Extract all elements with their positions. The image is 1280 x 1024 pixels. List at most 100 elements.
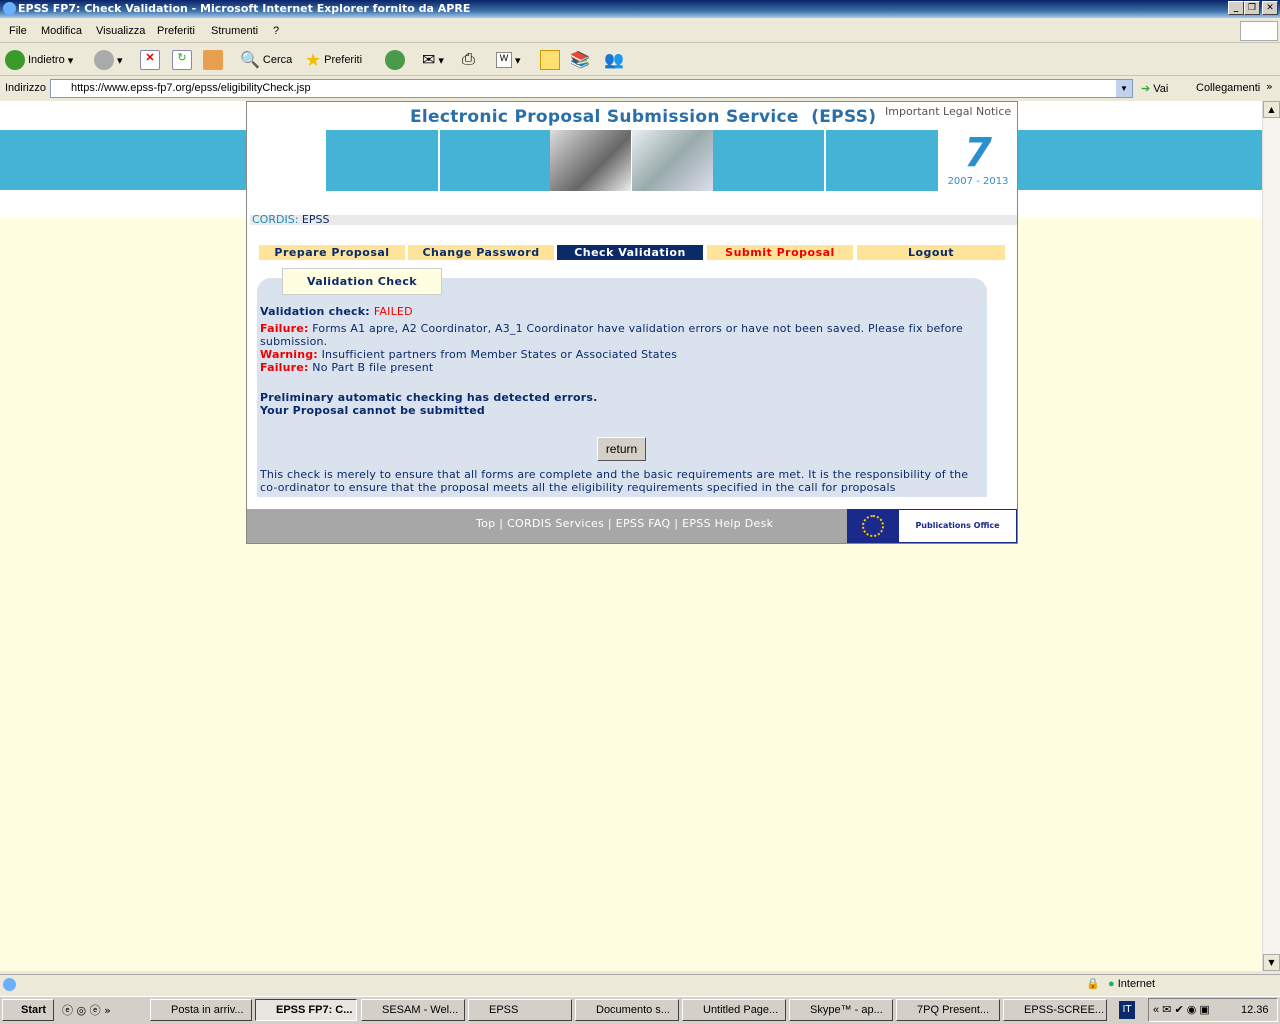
star-icon: ★	[305, 49, 322, 70]
vertical-scrollbar[interactable]: ▲ ▼	[1262, 101, 1280, 971]
message-text: Insufficient partners from Member States…	[321, 348, 678, 361]
note-icon	[540, 50, 560, 70]
favorites-button[interactable]: ★ Preferiti	[305, 49, 362, 71]
research-button[interactable]: 📚	[570, 49, 590, 71]
ie-icon	[3, 2, 16, 15]
stop-button[interactable]: ✕	[140, 49, 160, 71]
links-button[interactable]: Collegamenti	[1196, 82, 1260, 94]
search-button[interactable]: 🔍 Cerca	[240, 49, 292, 71]
tab-validation-check[interactable]: Validation Check	[282, 268, 442, 295]
quicklaunch-icons[interactable]: ⓔ ◎ ⓔ »	[62, 1002, 111, 1018]
messenger-icon: 👥	[604, 52, 624, 69]
chevron-right-icon[interactable]: »	[1266, 80, 1273, 93]
footer-link-cordis-services[interactable]: CORDIS Services	[507, 517, 604, 530]
refresh-icon: ↻	[172, 50, 192, 70]
search-label: Cerca	[262, 54, 293, 66]
back-button[interactable]: Indietro ▾	[5, 49, 73, 71]
footer-link-help-desk[interactable]: EPSS Help Desk	[682, 517, 773, 530]
minimize-button[interactable]: _	[1228, 1, 1244, 15]
home-button[interactable]	[203, 49, 223, 71]
nav-change-password[interactable]: Change Password	[408, 245, 554, 260]
disclaimer: This check is merely to ensure that all …	[260, 468, 969, 494]
message-type: Failure:	[260, 361, 309, 374]
notes-button[interactable]	[540, 49, 560, 71]
stop-icon: ✕	[140, 50, 160, 70]
footer-links: Top | CORDIS Services | EPSS FAQ | EPSS …	[476, 517, 774, 530]
return-button[interactable]: return	[597, 437, 646, 461]
toolbar: Indietro ▾ ▾ ✕ ↻ 🔍 Cerca ★ Preferiti ✉ ▾ ⎙ …	[0, 44, 1280, 76]
menu-bar: File Modifica Visualizza Preferiti Strum…	[0, 19, 1280, 43]
go-label: Vai	[1153, 83, 1169, 95]
footer-link-top[interactable]: Top	[476, 517, 495, 530]
back-label: Indietro	[28, 54, 65, 66]
menu-modifica[interactable]: Modifica	[41, 25, 82, 37]
message-type: Failure:	[260, 322, 309, 335]
start-button[interactable]: Start	[2, 999, 54, 1021]
edit-word-button[interactable]: W ▾	[496, 49, 521, 71]
fp7-logo: 7 2007 - 2013	[940, 130, 1016, 190]
home-icon	[203, 50, 223, 70]
breadcrumb: CORDIS: EPSS	[250, 213, 1017, 226]
menu-strumenti[interactable]: Strumenti	[211, 25, 258, 37]
status-bar: 🔒 ● Internet	[0, 974, 1280, 995]
dropdown-arrow-icon[interactable]: ▼	[1116, 80, 1132, 97]
tray-expand-icon[interactable]: « ✉ ✔ ◉ ▣	[1153, 1003, 1210, 1016]
nav-logout[interactable]: Logout	[857, 245, 1005, 260]
task-skype[interactable]: Skype™ - ap...	[789, 999, 893, 1021]
message-failure-forms: Failure: Forms A1 apre, A2 Coordinator, …	[260, 322, 982, 348]
start-label: Start	[21, 1004, 47, 1016]
back-arrow-icon	[5, 50, 25, 70]
task-epss-screen[interactable]: EPSS-SCREE...	[1003, 999, 1107, 1021]
print-button[interactable]: ⎙	[462, 49, 475, 71]
lock-icon: 🔒	[1086, 977, 1100, 990]
refresh-button[interactable]: ↻	[172, 49, 192, 71]
menu-preferiti[interactable]: Preferiti	[157, 25, 195, 37]
research-icon: 📚	[570, 52, 590, 69]
menu-help[interactable]: ?	[273, 25, 279, 37]
menu-file[interactable]: File	[9, 25, 27, 37]
mail-button[interactable]: ✉ ▾	[422, 49, 444, 71]
task-epss-folder[interactable]: EPSS	[468, 999, 572, 1021]
nav-check-validation[interactable]: Check Validation	[557, 245, 703, 260]
forward-button[interactable]: ▾	[94, 49, 123, 71]
menu-visualizza[interactable]: Visualizza	[96, 25, 145, 37]
messenger-button[interactable]: 👥	[604, 49, 624, 71]
message-type: Warning:	[260, 348, 318, 361]
breadcrumb-cordis[interactable]: CORDIS	[252, 213, 295, 226]
publications-office-logo[interactable]: Publications Office	[898, 509, 1017, 543]
favorites-label: Preferiti	[324, 54, 363, 66]
go-arrow-icon: ➔	[1141, 83, 1151, 95]
task-epss-fp7[interactable]: EPSS FP7: C...	[255, 999, 357, 1021]
validation-result: Validation check: FAILED	[260, 305, 413, 318]
breadcrumb-epss[interactable]: EPSS	[302, 213, 330, 226]
task-documento[interactable]: Documento s...	[575, 999, 679, 1021]
header-block	[326, 130, 438, 191]
task-sesam[interactable]: SESAM - Wel...	[361, 999, 465, 1021]
close-button[interactable]: ✕	[1262, 1, 1278, 15]
system-tray: « ✉ ✔ ◉ ▣ 12.36	[1148, 998, 1278, 1022]
task-posta[interactable]: Posta in arriv...	[150, 999, 252, 1021]
task-7pq-presentation[interactable]: 7PQ Present...	[896, 999, 1000, 1021]
language-indicator[interactable]: IT	[1119, 1001, 1135, 1019]
page-title: Electronic Proposal Submission Service (…	[410, 107, 877, 127]
globe-icon: ●	[1108, 978, 1115, 990]
nav-submit-proposal[interactable]: Submit Proposal	[707, 245, 853, 260]
restore-button[interactable]: ❐	[1244, 1, 1260, 15]
word-icon: W	[496, 52, 512, 68]
history-button[interactable]	[385, 49, 405, 71]
legal-notice-link[interactable]: Important Legal Notice	[885, 105, 1011, 118]
nav-prepare-proposal[interactable]: Prepare Proposal	[259, 245, 405, 260]
footer-link-faq[interactable]: EPSS FAQ	[616, 517, 671, 530]
message-failure-partb: Failure: No Part B file present	[260, 361, 433, 374]
url-input[interactable]: https://www.epss-fp7.org/epss/eligibilit…	[50, 79, 1133, 98]
windows-logo-icon	[1240, 21, 1278, 41]
url-text: https://www.epss-fp7.org/epss/eligibilit…	[71, 82, 311, 94]
go-button[interactable]: ➔ Vai	[1141, 82, 1168, 95]
message-text: No Part B file present	[312, 361, 434, 374]
search-icon: 🔍	[240, 52, 260, 69]
meeting-photo	[550, 130, 631, 191]
scroll-up-icon[interactable]: ▲	[1263, 101, 1280, 118]
scroll-down-icon[interactable]: ▼	[1263, 954, 1280, 971]
task-untitled-page[interactable]: Untitled Page...	[682, 999, 786, 1021]
address-label: Indirizzo	[5, 82, 46, 94]
